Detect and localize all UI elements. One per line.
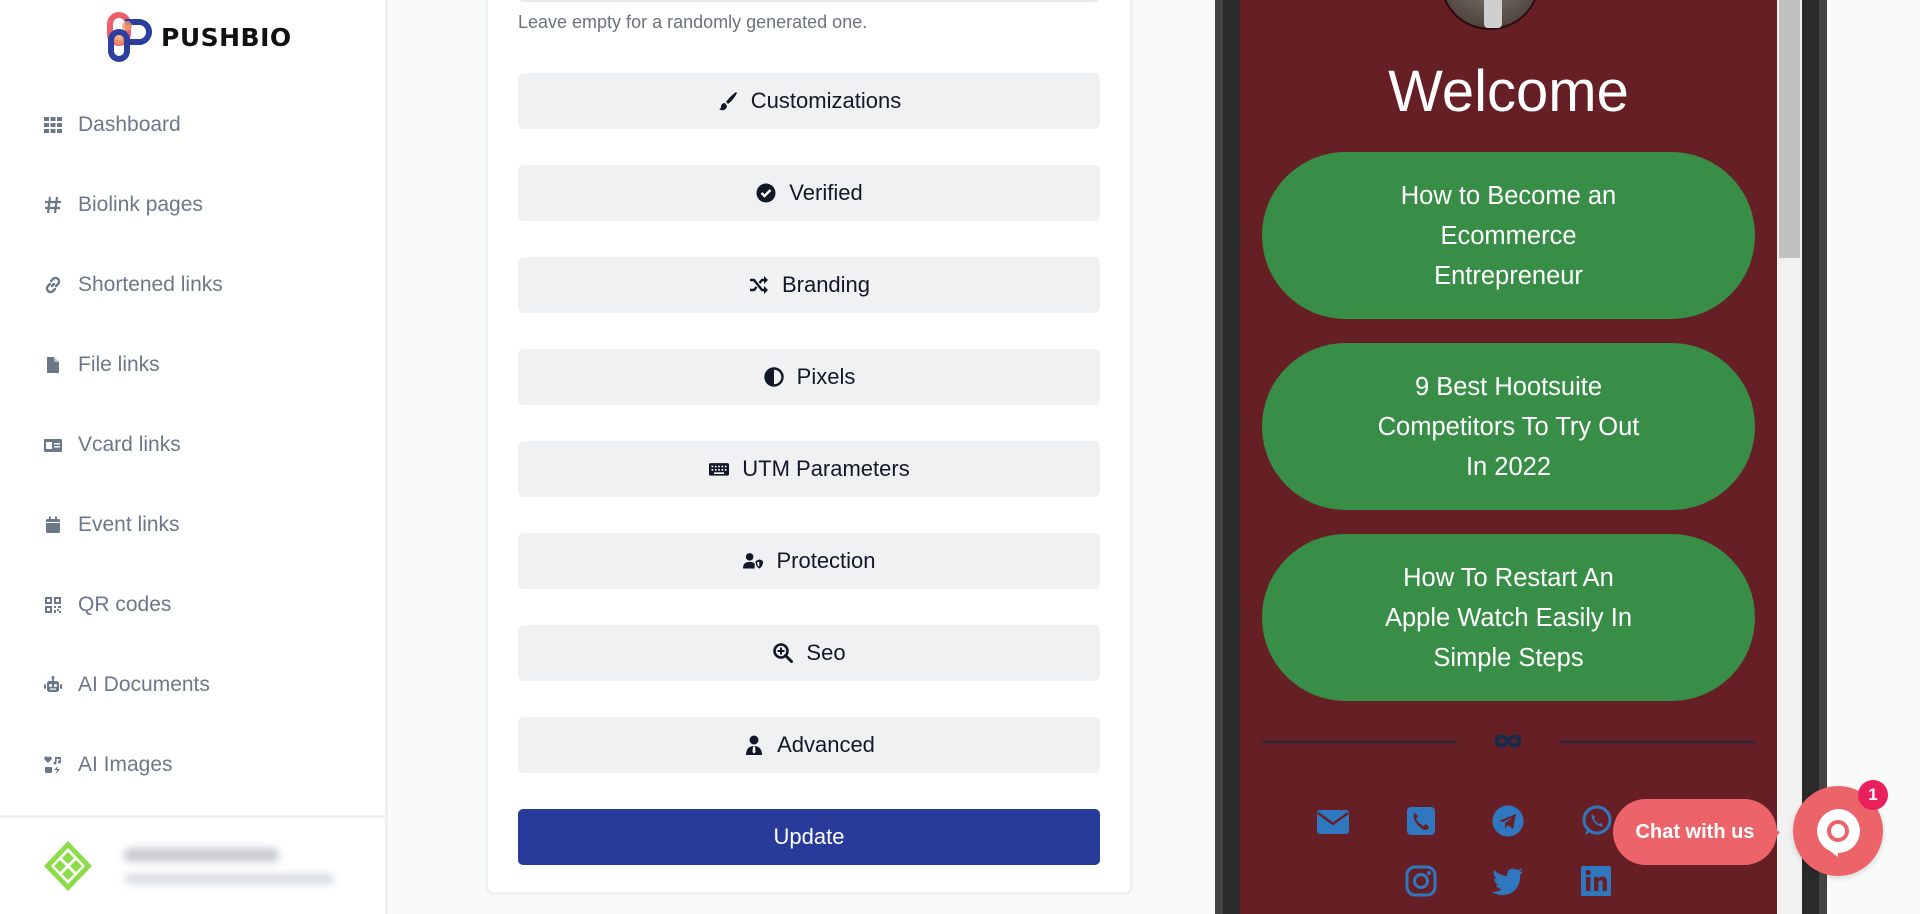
- sidebar-item-biolink-pages[interactable]: Biolink pages: [0, 165, 385, 245]
- section-label: Seo: [806, 640, 846, 665]
- chat-icon: [1817, 809, 1860, 857]
- hashtag-icon: [43, 195, 63, 215]
- preview-divider-right: [1560, 741, 1755, 743]
- brand-name: PUSHBIO: [161, 22, 292, 52]
- branding-button[interactable]: Branding: [518, 257, 1100, 313]
- user-email: [124, 874, 334, 884]
- protection-button[interactable]: Protection: [518, 533, 1100, 589]
- profile-figure: [1484, 0, 1502, 28]
- chat-with-us-bubble[interactable]: Chat with us: [1613, 799, 1777, 865]
- chat-bubble-tail: [1762, 822, 1780, 856]
- chat-unread-badge: 1: [1858, 780, 1888, 810]
- sidebar-item-label: Dashboard: [78, 113, 181, 136]
- random-icon: [748, 274, 770, 296]
- check-circle-icon: [755, 182, 777, 204]
- robot-icon: [43, 675, 63, 695]
- sidebar-item-ai-documents[interactable]: AI Documents: [0, 645, 385, 725]
- icons-icon: [43, 755, 63, 775]
- instagram-icon[interactable]: [1404, 864, 1438, 898]
- url-hint: Leave empty for a randomly generated one…: [518, 12, 868, 32]
- section-label: Advanced: [777, 732, 875, 757]
- preview-divider-left: [1262, 741, 1457, 743]
- pushbio-logo-icon: [107, 12, 152, 62]
- utm-parameters-button[interactable]: UTM Parameters: [518, 441, 1100, 497]
- sidebar-item-label: Biolink pages: [78, 193, 203, 216]
- advanced-button[interactable]: Advanced: [518, 717, 1100, 773]
- sidebar: PUSHBIO Dashboard Biolink pages Shortene…: [0, 0, 388, 914]
- user-info-blurred: [124, 848, 334, 884]
- infinity-icon: [1494, 734, 1522, 748]
- keyboard-icon: [708, 458, 730, 480]
- search-plus-icon: [772, 642, 794, 664]
- preview-link-button[interactable]: How To Restart An Apple Watch Easily In …: [1262, 534, 1755, 701]
- section-label: Branding: [781, 272, 871, 297]
- sidebar-item-vcard-links[interactable]: Vcard links: [0, 405, 385, 485]
- email-icon[interactable]: [1316, 804, 1350, 838]
- sidebar-item-qr-codes[interactable]: QR codes: [0, 565, 385, 645]
- avatar: [44, 841, 92, 891]
- sidebar-item-label: File links: [78, 353, 160, 376]
- user-tie-icon: [743, 734, 765, 756]
- scrollbar-thumb[interactable]: [1779, 0, 1800, 258]
- brand-logo[interactable]: PUSHBIO: [107, 12, 292, 62]
- sidebar-item-label: AI Documents: [78, 673, 210, 696]
- sidebar-item-label: AI Images: [78, 753, 173, 776]
- sidebar-divider: [0, 815, 385, 818]
- url-input[interactable]: [518, 0, 1100, 2]
- update-button[interactable]: Update: [518, 809, 1100, 865]
- sidebar-item-label: Vcard links: [78, 433, 181, 456]
- user-profile[interactable]: [40, 838, 334, 894]
- section-label: Customizations: [750, 88, 902, 113]
- paint-brush-icon: [717, 90, 739, 112]
- section-label: Protection: [776, 548, 876, 573]
- linkedin-icon[interactable]: [1579, 864, 1613, 898]
- preview-scrollbar[interactable]: [1777, 0, 1802, 914]
- preview-link-button[interactable]: 9 Best Hootsuite Competitors To Try Out …: [1262, 343, 1755, 510]
- preview-title: Welcome: [1388, 59, 1629, 124]
- sidebar-nav: Dashboard Biolink pages Shortened links …: [0, 85, 385, 805]
- pixels-button[interactable]: Pixels: [518, 349, 1100, 405]
- whatsapp-icon[interactable]: [1579, 804, 1613, 838]
- customizations-button[interactable]: Customizations: [518, 73, 1100, 129]
- sidebar-item-file-links[interactable]: File links: [0, 325, 385, 405]
- phone-icon[interactable]: [1404, 804, 1438, 838]
- telegram-icon[interactable]: [1491, 804, 1525, 838]
- link-icon: [43, 275, 63, 295]
- preview-link-button[interactable]: How to Become an Ecommerce Entrepreneur: [1262, 152, 1755, 319]
- grid-icon: [43, 115, 63, 135]
- sidebar-item-dashboard[interactable]: Dashboard: [0, 85, 385, 165]
- sidebar-item-shortened-links[interactable]: Shortened links: [0, 245, 385, 325]
- calendar-icon: [43, 515, 63, 535]
- sidebar-item-ai-images[interactable]: AI Images: [0, 725, 385, 805]
- qrcode-icon: [43, 595, 63, 615]
- twitter-icon[interactable]: [1491, 864, 1525, 898]
- section-label: Verified: [789, 180, 863, 205]
- user-name: [124, 848, 279, 862]
- verified-button[interactable]: Verified: [518, 165, 1100, 221]
- id-card-icon: [43, 435, 63, 455]
- file-icon: [43, 355, 63, 375]
- sidebar-item-label: Event links: [78, 513, 180, 536]
- section-label: UTM Parameters: [742, 456, 910, 481]
- user-shield-icon: [742, 550, 764, 572]
- section-label: Pixels: [796, 364, 856, 389]
- sidebar-item-label: Shortened links: [78, 273, 223, 296]
- sidebar-item-event-links[interactable]: Event links: [0, 485, 385, 565]
- adjust-icon: [763, 366, 785, 388]
- seo-button[interactable]: Seo: [518, 625, 1100, 681]
- sidebar-item-label: QR codes: [78, 593, 172, 616]
